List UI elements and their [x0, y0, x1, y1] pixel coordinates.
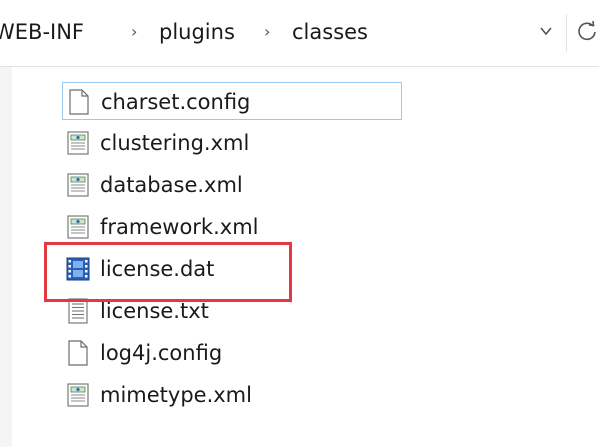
xml-file-icon: [67, 383, 89, 407]
refresh-icon[interactable]: [576, 20, 598, 42]
file-item-log4j-config[interactable]: log4j.config: [62, 334, 402, 372]
xml-file-icon: [67, 131, 89, 155]
file-item-charset-config[interactable]: charset.config: [62, 82, 402, 120]
blank-file-icon: [69, 89, 89, 115]
breadcrumb-separator[interactable]: ›: [264, 17, 270, 47]
breadcrumb[interactable]: WEB-INF › plugins › classes: [0, 0, 520, 66]
file-name: framework.xml: [100, 215, 259, 239]
file-name: charset.config: [101, 90, 251, 114]
file-item-clustering-xml[interactable]: clustering.xml: [62, 124, 402, 162]
file-item-database-xml[interactable]: database.xml: [62, 166, 402, 204]
file-item-framework-xml[interactable]: framework.xml: [62, 208, 402, 246]
file-name: database.xml: [100, 173, 243, 197]
address-bar[interactable]: WEB-INF › plugins › classes: [0, 0, 599, 67]
breadcrumb-separator[interactable]: ›: [131, 17, 137, 47]
highlight-annotation: [44, 242, 292, 302]
file-name: log4j.config: [100, 341, 223, 365]
file-name: clustering.xml: [100, 131, 250, 155]
divider: [566, 14, 567, 52]
navigation-pane-edge: [0, 67, 12, 447]
crumb-plugins[interactable]: plugins: [159, 17, 235, 47]
blank-file-icon: [68, 340, 88, 366]
crumb-classes[interactable]: classes: [292, 17, 368, 47]
file-name: mimetype.xml: [100, 383, 252, 407]
xml-file-icon: [67, 215, 89, 239]
crumb-web-inf[interactable]: WEB-INF: [0, 17, 84, 47]
file-item-mimetype-xml[interactable]: mimetype.xml: [62, 376, 402, 414]
address-bar-controls: [530, 0, 599, 66]
chevron-down-icon[interactable]: [538, 23, 554, 39]
xml-file-icon: [67, 173, 89, 197]
